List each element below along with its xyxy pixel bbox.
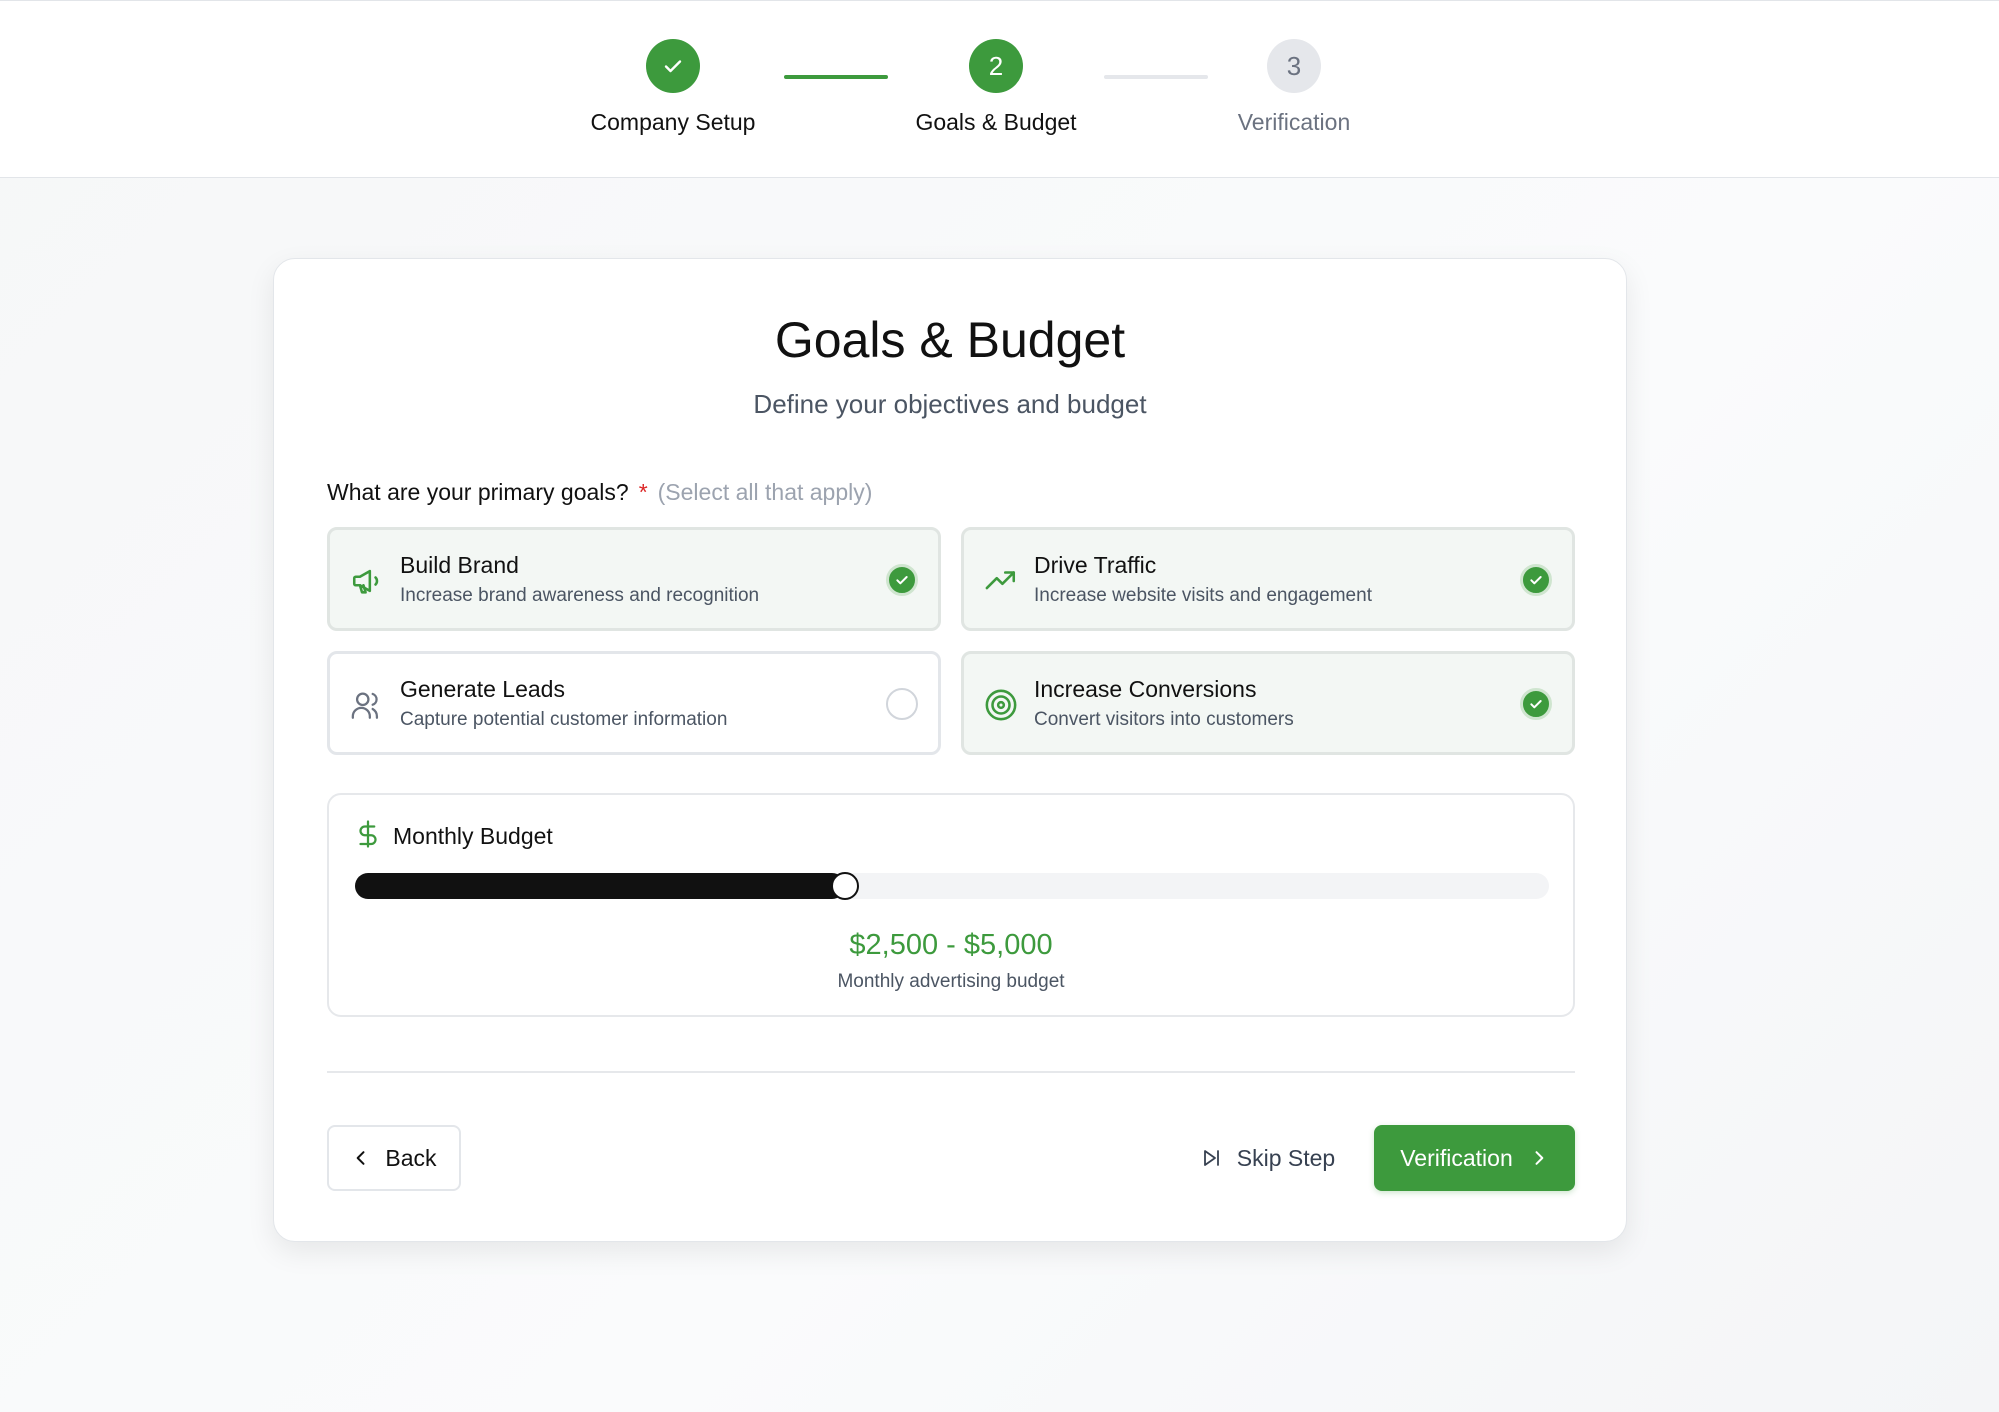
skip-step-label: Skip Step [1236,1144,1336,1171]
next-verification-button[interactable]: Verification [1374,1125,1575,1191]
monthly-budget-panel: Monthly Budget $2,500 - $5,000 Monthly a… [327,793,1575,1017]
megaphone-icon [350,564,384,598]
goal-option-drive-traffic[interactable]: Drive Traffic Increase website visits an… [961,527,1575,631]
dollar-icon [353,819,383,849]
goals-hint: (Select all that apply) [657,479,873,505]
step-label: Verification [1237,109,1351,135]
goal-description: Increase website visits and engagement [1034,585,1372,606]
page-title: Goals & Budget [774,312,1126,368]
page-subtitle: Define your objectives and budget [753,389,1147,419]
back-button[interactable]: Back [327,1125,461,1191]
step-label: Goals & Budget [915,109,1077,135]
goal-option-increase-conversions[interactable]: Increase Conversions Convert visitors in… [961,651,1575,755]
step-label: Company Setup [590,109,756,135]
goals-budget-card: Goals & Budget Define your objectives an… [273,258,1627,1242]
goal-option-build-brand[interactable]: Build Brand Increase brand awareness and… [327,527,941,631]
goal-option-generate-leads[interactable]: Generate Leads Capture potential custome… [327,651,941,755]
goal-title: Increase Conversions [1034,676,1257,702]
next-button-label: Verification [1400,1144,1513,1171]
selected-check-icon [1520,688,1552,720]
back-button-label: Back [385,1144,437,1171]
goals-question: What are your primary goals? * (Select all… [327,479,872,506]
trending-up-icon [984,564,1018,598]
budget-slider[interactable] [355,872,1549,900]
step-number: 2 [969,39,1023,93]
budget-value: $2,500 - $5,000 [849,929,1053,961]
budget-caption: Monthly advertising budget [837,971,1065,992]
goal-description: Increase brand awareness and recognition [400,585,760,606]
unselected-radio-icon [886,688,918,720]
step-complete-check-icon [646,39,700,93]
chevron-right-icon [1529,1148,1549,1168]
progress-stepper: Company Setup 2 Goals & Budget 3 Verific… [0,0,1999,178]
budget-slider-fill [355,873,845,899]
target-icon [984,688,1018,722]
selected-check-icon [1520,564,1552,596]
goal-title: Drive Traffic [1034,552,1157,578]
divider [327,1071,1575,1073]
budget-slider-thumb[interactable] [830,872,859,900]
step-number: 3 [1267,39,1321,93]
goal-description: Capture potential customer information [400,709,728,730]
skip-step-button[interactable]: Skip Step [1192,1125,1342,1191]
users-icon [350,688,384,722]
step-company-setup[interactable]: Company Setup [553,39,793,136]
step-verification[interactable]: 3 Verification [1174,39,1414,136]
goal-title: Build Brand [400,552,519,578]
budget-title: Monthly Budget [393,823,553,849]
goals-question-text: What are your primary goals? [327,479,629,505]
step-connector-complete [784,75,888,79]
goal-title: Generate Leads [400,676,565,702]
selected-check-icon [886,564,918,596]
goal-description: Convert visitors into customers [1034,709,1294,730]
chevron-left-icon [351,1148,371,1168]
step-goals-budget[interactable]: 2 Goals & Budget [876,39,1116,136]
required-marker: * [638,479,648,505]
skip-forward-icon [1199,1146,1223,1170]
